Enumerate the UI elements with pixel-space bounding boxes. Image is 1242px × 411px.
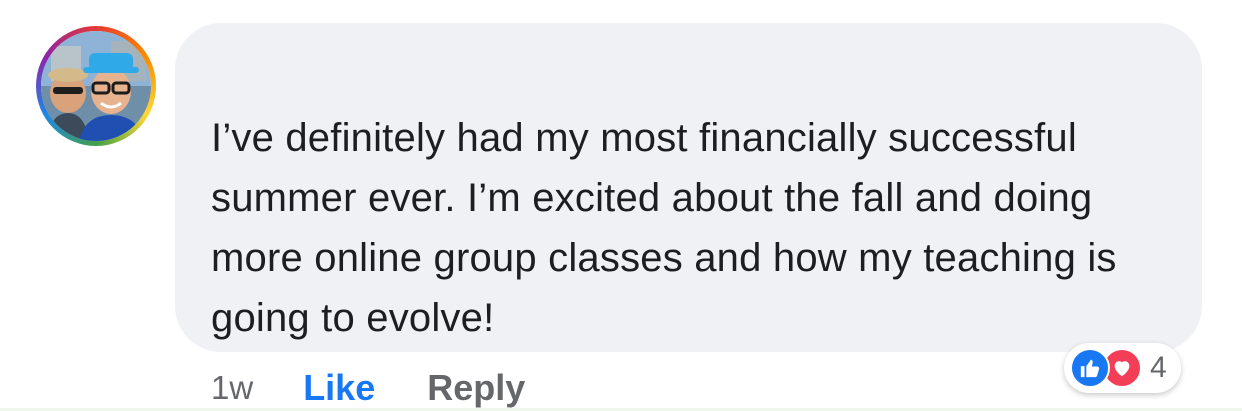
like-button[interactable]: Like [303, 367, 375, 409]
avatar-photo [41, 31, 151, 141]
thumbs-up-icon [1070, 348, 1110, 388]
reaction-count: 4 [1150, 351, 1167, 384]
comment-actions: 1w Like Reply [211, 366, 525, 410]
comment-timestamp[interactable]: 1w [211, 369, 253, 407]
reply-button[interactable]: Reply [427, 367, 525, 409]
avatar[interactable] [36, 26, 156, 146]
comment-text: I’ve definitely had my most financially … [211, 116, 1117, 340]
comment-bubble: I’ve definitely had my most financially … [175, 23, 1202, 352]
reactions-summary[interactable]: 4 [1064, 343, 1181, 393]
